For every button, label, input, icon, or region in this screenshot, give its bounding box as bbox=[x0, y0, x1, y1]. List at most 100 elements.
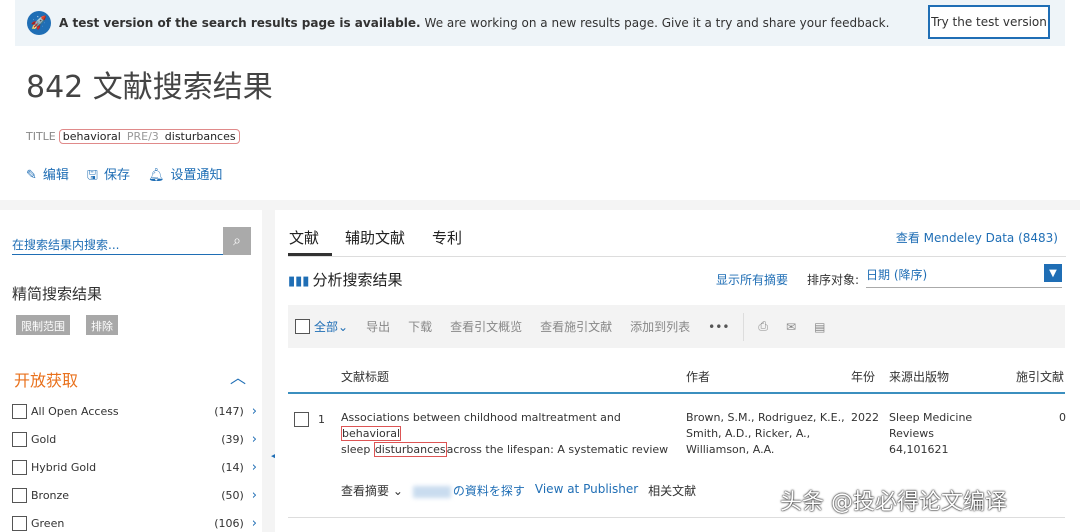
email-icon[interactable]: ✉ bbox=[786, 320, 796, 334]
document-title-link[interactable]: Associations between childhood maltreatm… bbox=[341, 410, 671, 458]
find-label: の資料を探す bbox=[452, 484, 525, 498]
analysis-label: 分析搜索结果 bbox=[312, 271, 403, 289]
pencil-icon: ✎ bbox=[26, 168, 37, 183]
row-number: 1 bbox=[318, 413, 325, 426]
filter-item[interactable]: Green (106) › bbox=[12, 516, 257, 531]
tab-secondary-documents[interactable]: 辅助文献 bbox=[345, 227, 405, 248]
checkbox[interactable] bbox=[12, 460, 27, 475]
query-box: behavioral PRE/3 disturbances bbox=[58, 129, 240, 144]
cited-count[interactable]: 0 bbox=[1059, 410, 1066, 426]
sort-select[interactable]: 日期 (降序) ▼ bbox=[866, 264, 1062, 288]
exclude-button[interactable]: 排除 bbox=[86, 315, 118, 335]
banner-bold-text: A test version of the search results pag… bbox=[59, 16, 421, 30]
watermark: 头条 @投必得论文编译 bbox=[780, 490, 1007, 515]
filter-count: (147) bbox=[214, 405, 244, 418]
chevron-right-icon[interactable]: › bbox=[252, 516, 257, 531]
results-toolbar: 全部 ⌄ 导出 下载 查看引文概览 查看施引文献 添加到列表 ••• ⎙ ✉ ▤ bbox=[288, 305, 1065, 348]
row-links: 查看摘要 ⌄ の資料を探す View at Publisher 相关文献 bbox=[341, 482, 696, 499]
search-icon[interactable]: ⌕ bbox=[223, 227, 251, 255]
open-access-heading[interactable]: 开放获取 bbox=[14, 367, 78, 391]
column-cited-by[interactable]: 施引文献 bbox=[1016, 368, 1064, 385]
export-button[interactable]: 导出 bbox=[366, 318, 390, 335]
page-title: 842 文献搜索结果 bbox=[26, 70, 273, 105]
tab-patents[interactable]: 专利 bbox=[432, 227, 462, 248]
filter-label: Gold bbox=[31, 433, 57, 446]
view-abstract-button[interactable]: 查看摘要 ⌄ bbox=[341, 482, 403, 499]
download-button[interactable]: 下载 bbox=[408, 318, 432, 335]
abstract-label: 查看摘要 bbox=[341, 484, 390, 498]
author-line: Smith, A.D., Ricker, A., bbox=[686, 427, 811, 440]
highlight-term: behavioral bbox=[341, 426, 402, 441]
find-resource-link[interactable]: の資料を探す bbox=[412, 482, 525, 499]
test-version-banner: 🚀 A test version of the search results p… bbox=[15, 0, 1065, 46]
divider bbox=[288, 256, 1066, 257]
checkbox[interactable] bbox=[294, 412, 309, 427]
save-icon: 🖫 bbox=[86, 168, 98, 183]
checkbox[interactable] bbox=[12, 488, 27, 503]
divider bbox=[743, 312, 745, 341]
related-documents-link[interactable]: 相关文献 bbox=[648, 482, 696, 499]
print-icon[interactable]: ⎙ bbox=[758, 319, 768, 334]
checkbox[interactable] bbox=[12, 516, 27, 531]
limit-to-button[interactable]: 限制范围 bbox=[16, 315, 70, 335]
authors[interactable]: Brown, S.M., Rodriguez, K.E., Smith, A.D.… bbox=[686, 410, 845, 458]
show-all-abstracts-link[interactable]: 显示所有摘要 bbox=[716, 271, 788, 288]
filter-count: (50) bbox=[221, 489, 244, 502]
analyze-results-link[interactable]: ▮▮▮ 分析搜索结果 bbox=[288, 269, 402, 290]
column-authors[interactable]: 作者 bbox=[686, 368, 710, 385]
checkbox[interactable] bbox=[295, 319, 310, 334]
query-operator: PRE/3 bbox=[126, 130, 159, 143]
author-line: Williamson, A.A. bbox=[686, 443, 775, 456]
active-tab-indicator bbox=[288, 253, 332, 256]
chevron-right-icon[interactable]: › bbox=[252, 460, 257, 475]
bibliography-icon[interactable]: ▤ bbox=[814, 320, 825, 334]
filter-item[interactable]: Gold (39) › bbox=[12, 432, 257, 447]
mendeley-data-link[interactable]: 查看 Mendeley Data (8483) bbox=[896, 229, 1058, 246]
checkbox[interactable] bbox=[12, 432, 27, 447]
edit-button[interactable]: ✎ 编辑 bbox=[26, 164, 69, 188]
add-to-list-button[interactable]: 添加到列表 bbox=[630, 318, 690, 335]
filter-item[interactable]: All Open Access (147) › bbox=[12, 404, 257, 419]
chevron-right-icon[interactable]: › bbox=[252, 404, 257, 419]
cited-by-button[interactable]: 查看施引文献 bbox=[540, 318, 612, 335]
year: 2022 bbox=[851, 411, 879, 424]
filter-item[interactable]: Bronze (50) › bbox=[12, 488, 257, 503]
source[interactable]: Sleep Medicine Reviews 64,101621 bbox=[889, 410, 972, 458]
select-all[interactable]: 全部 ⌄ bbox=[295, 318, 348, 335]
column-source[interactable]: 来源出版物 bbox=[889, 368, 949, 385]
alert-label: 设置通知 bbox=[170, 168, 223, 183]
save-button[interactable]: 🖫 保存 bbox=[87, 164, 130, 188]
title-text: Associations between childhood maltreatm… bbox=[341, 411, 621, 424]
bar-chart-icon: ▮▮▮ bbox=[288, 274, 310, 289]
try-test-version-button[interactable]: Try the test version bbox=[928, 5, 1050, 39]
more-button[interactable]: ••• bbox=[708, 320, 729, 334]
search-within-input[interactable]: 在搜索结果内搜索... bbox=[12, 227, 224, 255]
checkbox[interactable] bbox=[12, 404, 27, 419]
select-all-label: 全部 bbox=[314, 320, 339, 334]
source-line: 64,101621 bbox=[889, 443, 949, 456]
row-select[interactable]: 1 bbox=[294, 412, 325, 428]
citation-overview-button[interactable]: 查看引文概览 bbox=[450, 318, 522, 335]
filter-label: All Open Access bbox=[31, 405, 119, 418]
tab-documents[interactable]: 文献 bbox=[289, 227, 319, 248]
set-alert-button[interactable]: 🔔︎ 设置通知 bbox=[148, 164, 223, 188]
title-text: across the lifespan: A systematic review bbox=[446, 443, 669, 456]
column-title[interactable]: 文献标题 bbox=[341, 368, 389, 385]
query-term: disturbances bbox=[164, 130, 236, 143]
source-line: Reviews bbox=[889, 427, 934, 440]
search-query: TITLE behavioral PRE/3 disturbances bbox=[26, 129, 240, 144]
save-label: 保存 bbox=[104, 168, 131, 183]
title-text: sleep bbox=[341, 443, 371, 456]
view-at-publisher-link[interactable]: View at Publisher bbox=[535, 482, 638, 499]
query-field: TITLE bbox=[26, 130, 56, 143]
column-year[interactable]: 年份 bbox=[851, 368, 875, 385]
filter-count: (39) bbox=[221, 433, 244, 446]
filter-label: Hybrid Gold bbox=[31, 461, 97, 474]
filter-item[interactable]: Hybrid Gold (14) › bbox=[12, 460, 257, 475]
sort-value: 日期 (降序) bbox=[866, 268, 928, 282]
chevron-up-icon[interactable]: ︿ bbox=[230, 364, 246, 388]
highlight-term: disturbances bbox=[373, 442, 447, 457]
rocket-icon: 🚀 bbox=[27, 11, 51, 35]
chevron-right-icon[interactable]: › bbox=[252, 432, 257, 447]
chevron-right-icon[interactable]: › bbox=[252, 488, 257, 503]
